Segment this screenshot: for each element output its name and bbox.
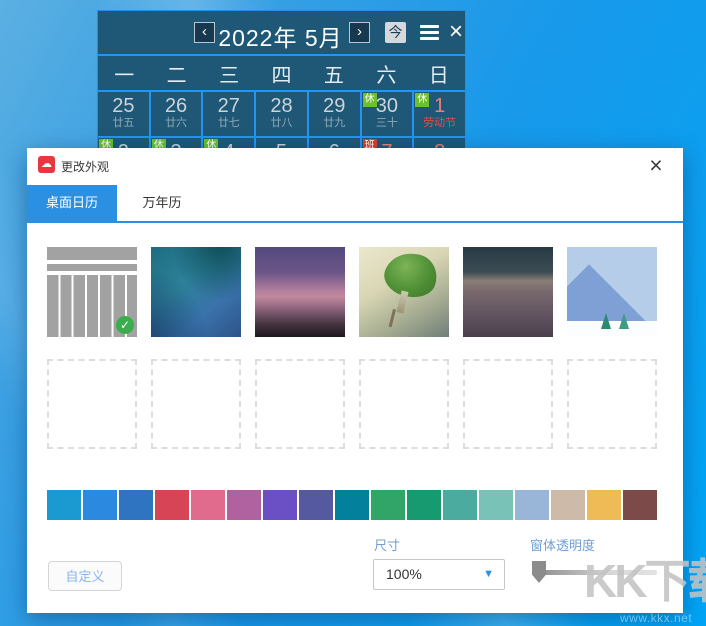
calendar-close-icon[interactable]: × — [445, 17, 467, 47]
empty-theme-slot[interactable] — [567, 359, 657, 449]
theme-thumbnail-purple-haze[interactable] — [255, 247, 345, 337]
pine-tree-icon — [601, 313, 611, 329]
theme-thumbnail-snow-mountains[interactable] — [567, 247, 657, 337]
app-cloud-icon: ☁ — [38, 156, 55, 173]
size-dropdown[interactable]: 100% ▼ — [373, 559, 505, 590]
color-swatch[interactable] — [479, 490, 513, 520]
dialog-title: 更改外观 — [61, 158, 109, 175]
weekday-label: 四 — [255, 59, 307, 88]
customize-button[interactable]: 自定义 — [48, 561, 122, 591]
tab-bar: 桌面日历 万年历 — [27, 185, 683, 221]
weekday-label: 一 — [98, 59, 150, 88]
color-swatch[interactable] — [407, 490, 441, 520]
change-appearance-dialog: ☁ 更改外观 × 桌面日历 万年历 ✓ 自定义 尺寸 100% ▼ 窗体透明度 — [27, 148, 683, 613]
weekday-label: 三 — [203, 59, 255, 88]
lunar-label: 劳动节 — [423, 117, 456, 130]
pine-tree-icon — [619, 313, 629, 329]
color-swatch[interactable] — [47, 490, 81, 520]
empty-theme-slot[interactable] — [255, 359, 345, 449]
color-swatch[interactable] — [623, 490, 657, 520]
lunar-label: 廿九 — [323, 117, 345, 130]
day-number: 25 — [112, 95, 134, 117]
day-number: 29 — [323, 95, 345, 117]
day-number: 1 — [434, 95, 445, 117]
day-number: 26 — [165, 95, 187, 117]
color-swatch[interactable] — [443, 490, 477, 520]
size-label: 尺寸 — [374, 535, 400, 554]
theme-thumbnail-ocean-dusk[interactable] — [463, 247, 553, 337]
tab-underline — [27, 221, 683, 223]
color-swatch[interactable] — [227, 490, 261, 520]
color-swatch[interactable] — [263, 490, 297, 520]
color-swatch[interactable] — [155, 490, 189, 520]
calendar-day-cell[interactable]: 26廿六 — [151, 92, 202, 136]
dialog-close-icon[interactable]: × — [643, 150, 669, 180]
kk-download-watermark: KK下载 — [584, 545, 706, 611]
lunar-label: 廿五 — [112, 117, 134, 130]
weekday-label: 二 — [150, 59, 202, 88]
calendar-header: ‹ 2022年 5月 › 今 × — [98, 11, 465, 54]
dialog-titlebar: ☁ 更改外观 × — [27, 148, 683, 185]
calendar-day-cell[interactable]: 29廿九 — [309, 92, 360, 136]
theme-thumbnail-teal-petals[interactable] — [151, 247, 241, 337]
calendar-day-cell[interactable]: 休1劳动节 — [414, 92, 465, 136]
selected-check-icon: ✓ — [116, 316, 134, 334]
chevron-down-icon: ▼ — [483, 568, 494, 580]
theme-thumbnail-floating-tree[interactable] — [359, 247, 449, 337]
tab-perpetual-calendar[interactable]: 万年历 — [117, 185, 207, 221]
lunar-label: 廿六 — [165, 117, 187, 130]
theme-thumbnail-calendar-grid[interactable]: ✓ — [47, 247, 137, 337]
empty-theme-slot[interactable] — [47, 359, 137, 449]
day-number: 27 — [218, 95, 240, 117]
site-url-watermark: www.kkx.net — [620, 611, 692, 625]
weekday-label: 六 — [360, 59, 412, 88]
prev-month-button[interactable]: ‹ — [194, 22, 215, 43]
color-swatch[interactable] — [119, 490, 153, 520]
color-swatch[interactable] — [83, 490, 117, 520]
lunar-label: 廿七 — [218, 117, 240, 130]
day-number: 30 — [376, 95, 398, 117]
rest-badge-icon: 休 — [363, 93, 377, 107]
weekday-label: 日 — [413, 59, 465, 88]
weekday-row: 一二三四五六日 — [98, 56, 465, 90]
weekday-label: 五 — [308, 59, 360, 88]
color-swatch-row — [47, 490, 657, 520]
empty-theme-slot[interactable] — [151, 359, 241, 449]
empty-theme-slot[interactable] — [463, 359, 553, 449]
rest-badge-icon: 休 — [415, 93, 429, 107]
lunar-label: 廿八 — [270, 117, 292, 130]
theme-thumbnail-row: ✓ — [47, 247, 657, 337]
today-button[interactable]: 今 — [385, 22, 406, 43]
menu-icon[interactable] — [420, 25, 439, 40]
slider-handle[interactable] — [532, 561, 546, 583]
next-month-button[interactable]: › — [349, 22, 370, 43]
color-swatch[interactable] — [587, 490, 621, 520]
color-swatch[interactable] — [551, 490, 585, 520]
color-swatch[interactable] — [371, 490, 405, 520]
lunar-label: 三十 — [376, 117, 398, 130]
calendar-day-cell[interactable]: 25廿五 — [98, 92, 149, 136]
tab-desktop-calendar[interactable]: 桌面日历 — [27, 185, 117, 221]
size-dropdown-value: 100% — [386, 566, 422, 582]
color-swatch[interactable] — [335, 490, 369, 520]
calendar-month-title: 2022年 5月 — [218, 19, 343, 53]
calendar-day-cell[interactable]: 27廿七 — [203, 92, 254, 136]
color-swatch[interactable] — [191, 490, 225, 520]
empty-theme-slot-row — [47, 359, 657, 449]
color-swatch[interactable] — [299, 490, 333, 520]
day-number: 28 — [270, 95, 292, 117]
color-swatch[interactable] — [515, 490, 549, 520]
calendar-day-cell[interactable]: 28廿八 — [256, 92, 307, 136]
empty-theme-slot[interactable] — [359, 359, 449, 449]
calendar-day-cell[interactable]: 休30三十 — [362, 92, 413, 136]
